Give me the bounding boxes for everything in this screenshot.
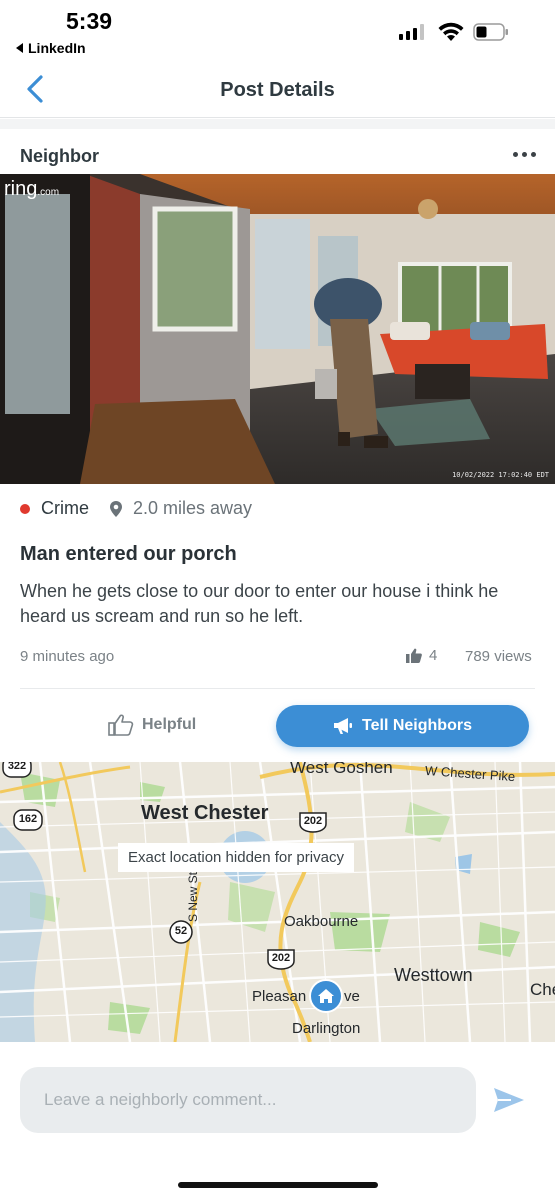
route-52-shield: 52	[168, 920, 194, 944]
views-count: 789 views	[465, 648, 532, 665]
map-label-darlington: Darlington	[292, 1020, 361, 1037]
map-label-west-goshen: West Goshen	[290, 762, 393, 777]
route-202-top-label: 202	[303, 815, 323, 827]
cellular-signal-icon	[399, 24, 424, 40]
route-202-shield-bottom: 202	[266, 948, 296, 970]
ring-brand-suffix: .com	[37, 187, 60, 198]
ring-brand-text: ring	[4, 178, 38, 200]
battery-icon	[473, 23, 508, 41]
send-icon[interactable]	[493, 1086, 525, 1114]
home-indicator[interactable]	[178, 1182, 378, 1188]
location-map[interactable]: 322 162 202 52 202 West Goshen W Chester…	[0, 762, 555, 1042]
privacy-note: Exact location hidden for privacy	[118, 843, 354, 872]
route-322-label: 322	[7, 762, 27, 772]
post-meta-row: Crime 2.0 miles away	[20, 498, 252, 519]
map-label-pleasant-grove-left: Pleasan	[252, 988, 307, 1005]
status-time: 5:39	[66, 8, 113, 34]
ring-logo: ring.com	[4, 178, 59, 201]
map-label-westtown: Westtown	[394, 965, 473, 985]
home-pin[interactable]	[309, 979, 343, 1013]
back-app-label: LinkedIn	[28, 40, 86, 56]
thumbs-up-outline-icon	[108, 714, 134, 736]
back-triangle-icon	[16, 43, 23, 53]
divider	[20, 688, 535, 689]
helpful-button[interactable]: Helpful	[108, 714, 196, 736]
status-bar: 5:39 LinkedIn	[0, 0, 555, 60]
helpful-label: Helpful	[142, 716, 197, 733]
post-distance: 2.0 miles away	[133, 498, 253, 518]
thumbs-up-icon	[406, 648, 422, 663]
post-author: Neighbor	[20, 146, 99, 166]
route-202-shield-top: 202	[298, 811, 328, 833]
map-label-pleasant-grove-right: ve	[344, 988, 360, 1005]
navigation-header: Post Details	[0, 62, 555, 118]
section-gap	[0, 119, 555, 129]
likes-count: 4	[406, 647, 437, 664]
post-body: When he gets close to our door to enter …	[20, 581, 499, 626]
post-title: Man entered our porch	[20, 543, 237, 565]
map-label-west-chester: West Chester	[141, 802, 269, 824]
video-timestamp: 10/02/2022 17:02:40 EDT	[452, 471, 549, 479]
page-title: Post Details	[220, 79, 335, 101]
video-frame[interactable]: ring.com 10/02/2022 17:02:40 EDT	[0, 174, 555, 484]
post-time-ago: 9 minutes ago	[20, 648, 115, 665]
route-202-bottom-label: 202	[271, 952, 291, 964]
likes-value: 4	[429, 647, 438, 664]
porch-scene-image	[0, 174, 555, 484]
comment-input[interactable]	[20, 1067, 476, 1133]
back-to-app-link[interactable]: LinkedIn	[16, 40, 86, 56]
route-162-shield: 162	[13, 809, 43, 831]
home-icon	[318, 989, 334, 1003]
map-label-oakbourne: Oakbourne	[284, 913, 359, 930]
comment-bar	[0, 1043, 555, 1158]
wifi-icon	[438, 22, 464, 41]
location-pin-icon	[110, 500, 122, 517]
post-category: Crime	[41, 498, 89, 518]
map-label-s-new-st: S New St	[186, 871, 200, 922]
crime-dot-icon	[20, 503, 30, 514]
map-label-che: Che	[530, 980, 555, 999]
tell-neighbors-label: Tell Neighbors	[362, 717, 472, 734]
megaphone-icon	[334, 718, 353, 734]
route-322-shield: 322	[2, 762, 32, 778]
route-52-label: 52	[174, 925, 188, 937]
more-options-icon[interactable]	[511, 150, 538, 159]
tell-neighbors-button[interactable]: Tell Neighbors	[276, 705, 529, 747]
route-162-label: 162	[18, 813, 38, 825]
